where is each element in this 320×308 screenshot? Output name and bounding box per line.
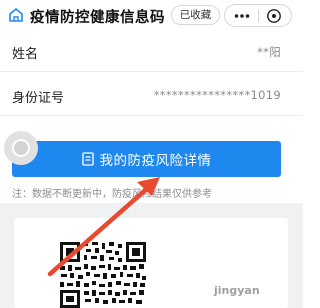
id-number-label: 身份证号 xyxy=(12,91,65,106)
close-icon[interactable] xyxy=(266,8,282,24)
home-icon[interactable] xyxy=(7,6,25,24)
header-bar: 疫情防控健康信息码 已收藏 xyxy=(0,0,303,30)
document-icon xyxy=(81,152,94,166)
health-qr-code[interactable] xyxy=(58,240,148,308)
id-number-value: ****************1019 xyxy=(153,88,281,102)
name-label: 姓名 xyxy=(12,47,39,62)
favorited-button[interactable]: 已收藏 xyxy=(171,5,220,25)
mini-program-capsule xyxy=(224,4,292,27)
capsule-divider xyxy=(258,10,259,22)
float-ball-icon xyxy=(12,139,30,157)
watermark-text: jingyan xyxy=(214,284,260,297)
more-icon[interactable] xyxy=(234,11,250,21)
name-value: **阳 xyxy=(257,45,281,59)
disclaimer-note: 注：数据不断更新中，防疫风险结果仅供参考 xyxy=(12,189,212,200)
page-title: 疫情防控健康信息码 xyxy=(30,10,165,26)
id-number-row: 身份证号 ****************1019 xyxy=(0,76,303,116)
risk-details-button[interactable]: 我的防疫风险详情 xyxy=(12,141,281,177)
assistive-float-button[interactable] xyxy=(4,131,38,165)
name-row: 姓名 **阳 xyxy=(0,32,303,72)
risk-details-label: 我的防疫风险详情 xyxy=(99,153,212,169)
